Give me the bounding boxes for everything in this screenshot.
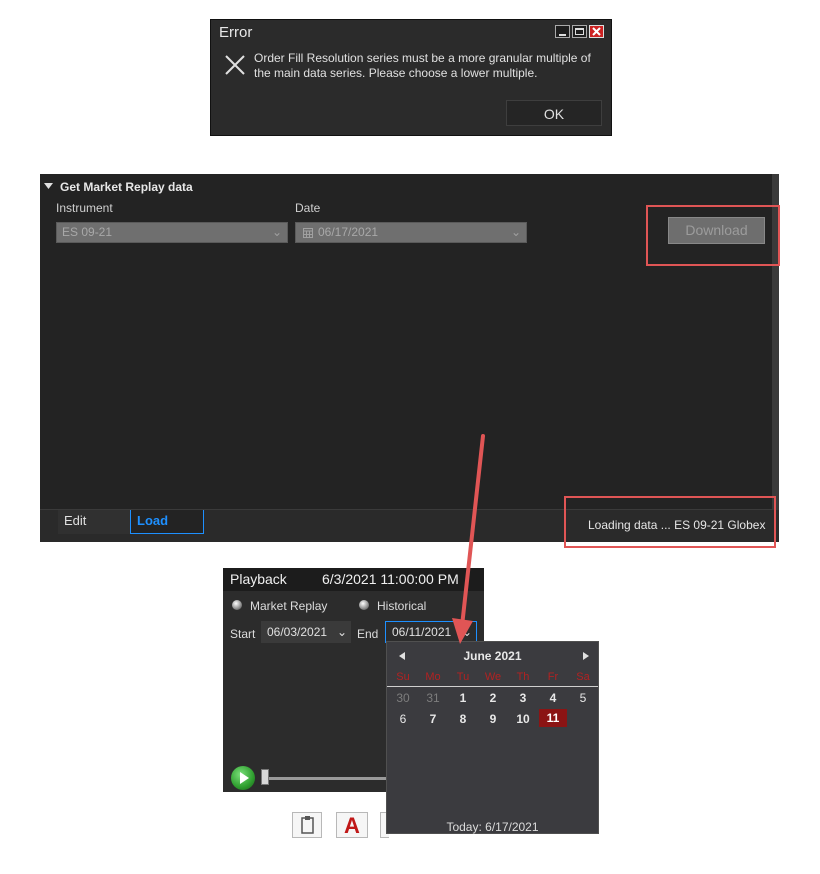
dialog-title: Error — [219, 24, 253, 41]
calendar-day[interactable]: 3 — [508, 691, 538, 705]
tab-edit[interactable]: Edit — [58, 510, 130, 534]
error-x-icon — [225, 55, 245, 75]
start-date-picker[interactable]: 06/03/2021 ⌄ — [261, 621, 351, 643]
calendar-day[interactable]: 1 — [448, 691, 478, 705]
weekday-label: Th — [516, 671, 530, 683]
clipboard-icon — [301, 816, 314, 834]
playback-slider-handle[interactable] — [261, 769, 269, 785]
calendar-day[interactable]: 30 — [388, 691, 418, 705]
calendar-month: June 2021 — [463, 649, 522, 663]
calendar-day[interactable]: 31 — [418, 691, 448, 705]
playback-slider-track[interactable] — [261, 777, 386, 780]
calendar-day[interactable]: 7 — [418, 712, 448, 726]
next-month-icon[interactable] — [583, 652, 589, 660]
clipboard-button[interactable] — [292, 812, 322, 838]
calendar-day[interactable]: 10 — [508, 712, 538, 726]
date-label: Date — [295, 201, 321, 215]
instrument-label: Instrument — [56, 201, 113, 215]
historical-radio[interactable] — [359, 600, 369, 610]
weekday-label: Sa — [576, 671, 590, 683]
calendar-divider — [387, 686, 598, 687]
calendar-day[interactable]: 8 — [448, 712, 478, 726]
calendar-day[interactable]: 9 — [478, 712, 508, 726]
calendar-icon — [303, 228, 313, 238]
play-button[interactable] — [231, 766, 255, 790]
toolbar-strip: A — [220, 792, 389, 838]
minimize-button[interactable] — [555, 25, 570, 38]
maximize-button[interactable] — [572, 25, 587, 38]
calendar-day[interactable]: 6 — [388, 712, 418, 726]
calendar-dropdown: June 2021 Su Mo Tu We Th Fr Sa 30 31 1 2… — [386, 641, 599, 834]
weekday-label: Su — [396, 671, 410, 683]
weekday-label: Tu — [456, 671, 470, 683]
download-highlight-box — [646, 205, 780, 266]
close-button[interactable] — [589, 25, 604, 38]
playback-timestamp: 6/3/2021 11:00:00 PM — [322, 571, 459, 587]
start-label: Start — [230, 627, 256, 641]
instrument-select[interactable]: ES 09-21 ⌄ — [56, 222, 288, 243]
error-message: Order Fill Resolution series must be a m… — [254, 51, 591, 80]
date-value: 06/17/2021 — [318, 225, 379, 239]
chevron-down-icon: ⌄ — [336, 625, 347, 639]
play-icon — [240, 772, 249, 784]
date-picker[interactable]: 06/17/2021 ⌄ — [295, 222, 527, 243]
calendar-today: Today: 6/17/2021 — [446, 820, 539, 834]
annotation-arrow — [452, 434, 485, 644]
instrument-value: ES 09-21 — [62, 225, 113, 239]
end-label: End — [357, 627, 379, 641]
chevron-down-icon: ⌄ — [510, 225, 521, 239]
start-date-value: 06/03/2021 — [267, 625, 328, 639]
close-icon — [592, 27, 601, 36]
weekday-label: Mo — [425, 671, 441, 683]
weekday-label: We — [484, 671, 502, 683]
market-replay-radio[interactable] — [232, 600, 242, 610]
tab-load[interactable]: Load — [130, 510, 204, 534]
historical-label: Historical — [377, 599, 427, 613]
collapse-triangle-icon[interactable] — [44, 183, 53, 190]
error-dialog: Error Order Fill Resolution series must … — [210, 19, 612, 136]
market-replay-label: Market Replay — [250, 599, 328, 613]
status-highlight-box — [564, 496, 776, 548]
weekday-label: Fr — [547, 671, 559, 683]
ok-button[interactable]: OK — [506, 100, 602, 126]
calendar-day[interactable]: 2 — [478, 691, 508, 705]
playback-title: Playback — [230, 571, 287, 587]
text-color-icon[interactable]: A — [336, 812, 368, 838]
calendar-day[interactable]: 5 — [568, 691, 598, 705]
calendar-day-selected[interactable]: 11 — [539, 709, 567, 727]
chevron-down-icon: ⌄ — [271, 225, 282, 239]
calendar-day[interactable]: 4 — [538, 691, 568, 705]
section-title: Get Market Replay data — [60, 180, 193, 194]
